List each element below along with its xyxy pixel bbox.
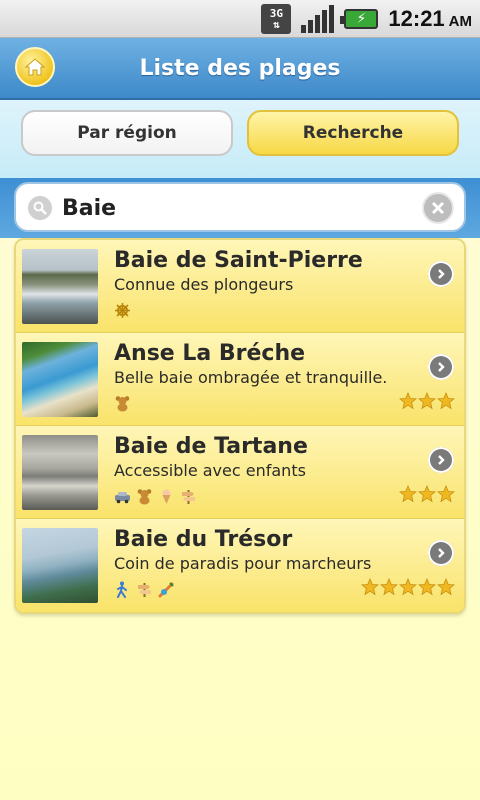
star-icon [437, 485, 455, 503]
chevron-right-icon[interactable] [428, 261, 454, 287]
chevron-right-icon[interactable] [428, 540, 454, 566]
beach-row[interactable]: Anse La Bréche Belle baie ombragée et tr… [16, 333, 464, 426]
signal-icon [301, 4, 335, 33]
teddy-bear-icon [115, 396, 130, 412]
star-icon [399, 392, 417, 410]
beach-row[interactable]: Baie de Tartane Accessible avec enfants [16, 426, 464, 519]
close-icon [431, 201, 445, 215]
star-icon [399, 578, 417, 596]
tab-bar: Par région Recherche [0, 100, 480, 178]
snorkel-icon [158, 582, 174, 598]
amenity-icons [114, 395, 131, 412]
beach-photo [22, 528, 98, 603]
star-icon [437, 392, 455, 410]
search-icon [28, 196, 52, 220]
hiker-icon [117, 581, 127, 598]
signpost-icon [182, 490, 195, 504]
clock-time: 12:21 [388, 5, 445, 31]
app-header: Liste des plages [0, 38, 480, 100]
star-icon [361, 578, 379, 596]
chevron-right-icon[interactable] [428, 354, 454, 380]
chevron-right-icon[interactable] [428, 447, 454, 473]
star-icon [418, 485, 436, 503]
tab-recherche[interactable]: Recherche [247, 110, 459, 156]
beach-row[interactable]: Baie de Saint-Pierre Connue des plongeur… [16, 240, 464, 333]
search-bar [14, 182, 466, 232]
signpost-icon [138, 583, 151, 597]
clear-search-button[interactable] [422, 192, 454, 224]
beach-photo [22, 435, 98, 510]
network-type: 3G [269, 6, 284, 20]
helm-icon [115, 303, 130, 318]
ice-cream-icon [162, 489, 171, 504]
beach-description: Accessible avec enfants [114, 461, 306, 480]
star-icon [437, 578, 455, 596]
beach-row[interactable]: Baie du Trésor Coin de paradis pour marc… [16, 519, 464, 612]
clock-ampm: AM [448, 13, 472, 30]
star-icon [418, 578, 436, 596]
star-icon [418, 392, 436, 410]
car-icon [115, 492, 130, 504]
beach-name: Anse La Bréche [114, 341, 306, 366]
amenity-icons [114, 302, 131, 319]
star-rating [361, 578, 455, 596]
home-icon [24, 58, 46, 76]
star-icon [380, 578, 398, 596]
beach-name: Baie du Trésor [114, 527, 293, 552]
star-rating [399, 485, 455, 503]
beach-list: Baie de Saint-Pierre Connue des plongeur… [14, 238, 466, 614]
star-rating [399, 392, 455, 410]
beach-description: Connue des plongeurs [114, 275, 294, 294]
beach-description: Belle baie ombragée et tranquille. [114, 368, 388, 387]
home-button[interactable] [15, 47, 55, 87]
beach-photo [22, 249, 98, 324]
page-title: Liste des plages [139, 55, 341, 81]
beach-name: Baie de Saint-Pierre [114, 248, 363, 273]
amenity-icons [114, 581, 175, 598]
tab-par-region[interactable]: Par région [21, 110, 233, 156]
teddy-bear-icon [137, 489, 152, 505]
star-icon [399, 485, 417, 503]
beach-description: Coin de paradis pour marcheurs [114, 554, 372, 573]
beach-photo [22, 342, 98, 417]
battery-charging-icon: ⚡ [340, 8, 379, 29]
network-3g-icon: 3G ⇅ [261, 3, 292, 34]
beach-name: Baie de Tartane [114, 434, 308, 459]
status-bar: 3G ⇅ ⚡ 12:21 AM [0, 0, 480, 38]
search-input[interactable] [62, 192, 412, 224]
amenity-icons [114, 488, 197, 505]
